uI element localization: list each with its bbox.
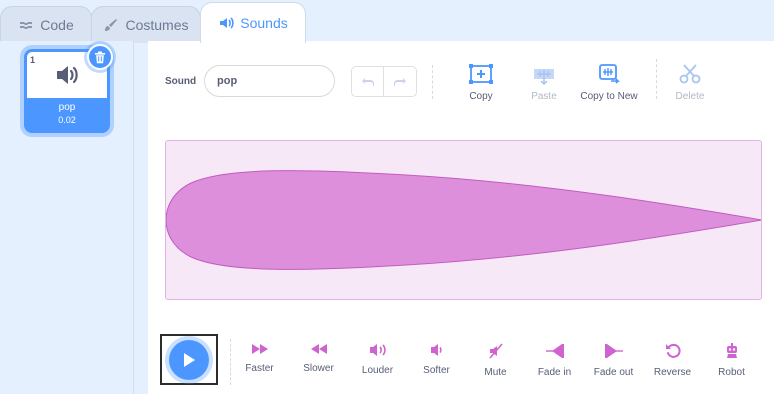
softer-label: Softer [423,365,450,376]
redo-icon [394,77,406,86]
toolbar-divider [432,65,433,99]
fade-out-label: Fade out [593,367,634,378]
slower-icon [310,344,327,354]
slower-label: Slower [303,363,334,374]
scissors-icon [679,64,701,84]
tab-costumes-label: Costumes [125,17,189,33]
copy-label: Copy [469,91,493,102]
fade-in-icon [545,344,564,358]
play-button[interactable] [169,339,209,380]
sound-name-label: Sound [165,76,197,87]
mute-label: Mute [484,367,507,378]
waveform [166,170,761,270]
tab-sounds[interactable]: Sounds [200,2,306,43]
speaker-icon [57,66,78,84]
tab-code[interactable]: Code [0,6,92,43]
sound-name-input[interactable] [204,65,335,97]
softer-icon [430,344,442,356]
sound-item-name: pop [58,102,76,113]
tab-code-label: Code [40,17,74,33]
speaker-icon [220,17,234,29]
robot-button[interactable]: Robot [702,343,761,378]
copy-button[interactable]: Copy [446,63,516,102]
copy-to-new-icon [599,64,620,84]
slower-button[interactable]: Slower [289,343,348,374]
reverse-label: Reverse [653,367,692,378]
louder-button[interactable]: Louder [348,343,407,376]
waveform-display[interactable] [165,140,762,300]
undo-button[interactable] [351,66,384,97]
paintbrush-icon [105,19,118,31]
fade-out-icon [604,344,623,358]
paste-button[interactable]: Paste [509,63,579,102]
play-icon [184,352,195,367]
redo-button[interactable] [384,66,417,97]
copy-to-new-label: Copy to New [580,91,638,102]
sound-editor: Sound Copy Paste Copy [148,41,774,394]
fade-in-button[interactable]: Fade in [525,343,584,378]
sound-item-number: 1 [30,55,36,65]
sound-list-sidebar: 1 pop 0.02 [0,41,134,394]
copy-icon [469,64,493,84]
paste-label: Paste [531,91,557,102]
mute-icon [488,343,503,359]
robot-icon [726,343,737,358]
fade-in-label: Fade in [537,367,572,378]
paste-icon [534,69,554,85]
sound-item-duration: 0.02 [58,115,76,125]
code-icon [20,22,33,29]
louder-icon [369,344,386,356]
tab-sounds-label: Sounds [240,15,288,31]
copy-to-new-button[interactable]: Copy to New [574,63,644,102]
editor-tabs: Code Costumes Sounds [0,0,774,43]
trash-icon [95,51,105,63]
reverse-button[interactable]: Reverse [643,343,702,378]
delete-button[interactable]: Delete [655,63,725,102]
fade-out-button[interactable]: Fade out [584,343,643,378]
delete-label: Delete [675,91,705,102]
faster-icon [251,344,268,354]
faster-button[interactable]: Faster [230,343,289,374]
faster-label: Faster [245,363,274,374]
play-button-frame [160,334,218,385]
mute-button[interactable]: Mute [466,343,525,378]
louder-label: Louder [361,365,394,376]
tab-costumes[interactable]: Costumes [91,6,201,43]
softer-button[interactable]: Softer [407,343,466,376]
delete-sound-button[interactable] [87,44,113,70]
reverse-icon [665,343,681,358]
robot-label: Robot [718,367,745,378]
undo-redo-group [351,66,417,97]
undo-icon [361,77,374,86]
